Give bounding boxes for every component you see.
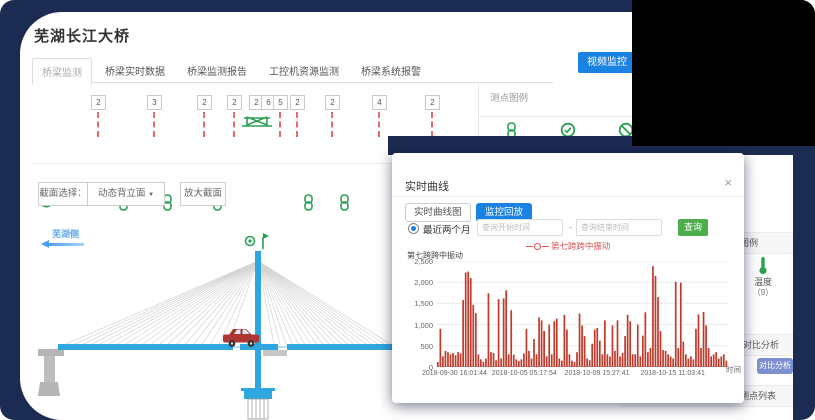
left-arrow-icon (48, 243, 84, 246)
sensor-point-badge[interactable]: 2 (197, 95, 212, 137)
tab-realtime-curve[interactable]: 实时曲线图 (405, 203, 471, 222)
sensor-point-badge[interactable]: 3 (147, 95, 162, 137)
x-axis-tick: 2018-10-09 15:27:41 (555, 370, 639, 377)
sensor-row: 23222652242 (20, 92, 480, 142)
video-monitor-button[interactable]: 视频监控 (578, 52, 636, 73)
page-title: 芜湖长江大桥 (34, 25, 130, 46)
legend-panel-title: 测点图例 (490, 90, 528, 104)
y-axis-tick: 2,000 (392, 278, 433, 287)
modal-title: 实时曲线 (405, 178, 449, 194)
bridge-side-label: 芜湖侧 (52, 227, 79, 240)
section-select-dropdown[interactable]: 动态背立面 ▼ (87, 182, 165, 206)
divider (392, 196, 744, 197)
y-axis-tick: 2,500 (392, 257, 433, 266)
legend-label: 第七跨跨中振动 (551, 241, 611, 251)
x-axis-title: 时间 (726, 364, 741, 375)
sensor-point-badge[interactable]: 2 (91, 95, 106, 137)
divider (478, 116, 632, 117)
x-axis-tick: 2018-10-05 05:17:54 (482, 370, 566, 377)
anemometer-sensor-icon[interactable] (263, 233, 269, 249)
deck-support (263, 350, 287, 356)
legend-line-icon (542, 246, 549, 247)
bridge-schematic: 芜湖侧 (20, 225, 394, 420)
app-background: 芜湖长江大桥 桥梁监测桥梁实时数据桥梁监测报告工控机资源监测桥梁系统报警 视频监… (0, 0, 815, 420)
blank-video-panel (632, 0, 815, 146)
query-end-time-input[interactable] (576, 219, 662, 236)
y-axis-tick: 1,000 (392, 321, 433, 330)
bridge-cables (64, 261, 392, 345)
bridge-deck (58, 344, 394, 350)
main-tab-bar: 桥梁监测桥梁实时数据桥梁监测报告工控机资源监测桥梁系统报警 (32, 57, 553, 83)
vibration-chart (437, 261, 728, 367)
x-axis-tick: 2018-10-15 11:03:41 (631, 370, 715, 377)
query-button[interactable]: 查询 (678, 219, 708, 236)
chevron-down-icon: ▼ (148, 192, 154, 198)
section-select-label: 截面选择： (38, 182, 88, 206)
bridge-abutment (38, 349, 64, 396)
legend-dot-icon (534, 243, 541, 250)
compare-analysis-button[interactable]: 对比分析 (757, 358, 793, 374)
main-tab-2[interactable]: 桥梁监测报告 (178, 58, 256, 83)
radio-label: 最近两个月 (423, 222, 471, 236)
section-select-value: 动态背立面 (98, 188, 146, 199)
y-axis-tick: 1,500 (392, 299, 433, 308)
y-axis-tick: 500 (392, 342, 433, 351)
realtime-curve-modal: 实时曲线 × 实时曲线图 监控回放 最近两个月 - 查询 第七跨跨中振动 第七跨… (392, 153, 744, 403)
sensor-point-badge[interactable]: 2 (290, 95, 305, 137)
sensor-point-badge[interactable]: 2 (325, 95, 340, 137)
gps-sensor-icon[interactable] (246, 237, 255, 246)
tower-piles (248, 399, 268, 419)
main-tab-1[interactable]: 桥梁实时数据 (96, 58, 174, 83)
sensor-point-badge[interactable]: 4 (372, 95, 387, 137)
link-icon[interactable] (302, 194, 315, 216)
main-tab-3[interactable]: 工控机资源监测 (260, 58, 348, 83)
main-tab-4[interactable]: 桥梁系统报警 (352, 58, 430, 83)
sensor-point-badge[interactable]: 2 (425, 95, 440, 137)
radio-last-two-months[interactable] (408, 223, 419, 234)
zoom-section-button[interactable]: 放大截面 (180, 182, 226, 206)
legend-line-icon (526, 246, 533, 247)
sensor-point-badge[interactable]: 5 (273, 95, 288, 137)
link-icon[interactable] (338, 194, 351, 216)
close-icon[interactable]: × (724, 175, 732, 190)
range-separator: - (569, 222, 572, 232)
bridge-icon[interactable] (240, 112, 274, 134)
divider (478, 84, 479, 142)
main-tab-0[interactable]: 桥梁监测 (32, 58, 92, 85)
query-start-time-input[interactable] (477, 219, 563, 236)
temperature-count: （9） (743, 287, 783, 298)
